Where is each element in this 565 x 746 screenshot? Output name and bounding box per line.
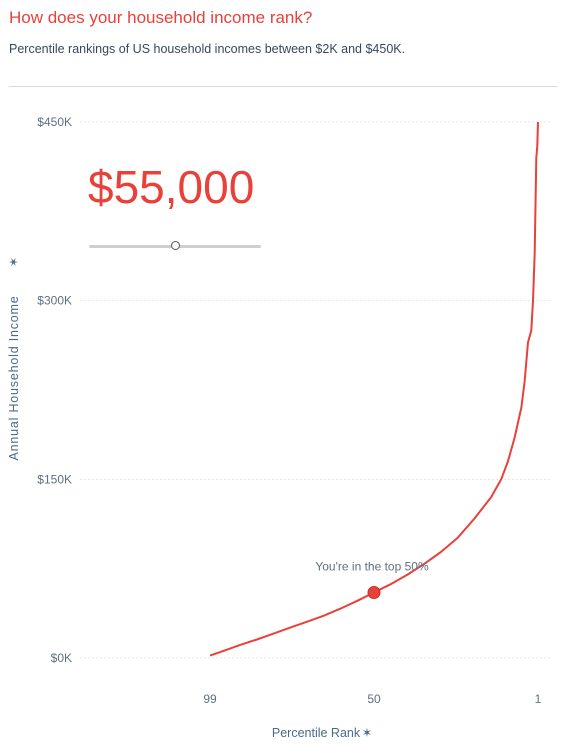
x-tick-label: 50: [367, 692, 381, 706]
y-tick-label: $300K: [37, 294, 72, 308]
income-value-display: $55,000: [88, 161, 255, 213]
sort-icon[interactable]: ✶: [7, 257, 21, 267]
y-tick-label: $150K: [37, 472, 72, 486]
sort-icon[interactable]: ✶: [362, 726, 372, 740]
x-axis-title: Percentile Rank: [272, 726, 361, 740]
x-tick-label: 99: [203, 692, 217, 706]
series-layer: [209, 121, 539, 657]
y-tick-label: $450K: [37, 115, 72, 129]
income-percentile-chart: $0K$150K$300K$450K99 50 1Percentile Rank ✶A…: [7, 115, 552, 740]
x-tick-label: 1: [535, 692, 542, 706]
highlight-annotation: You're in the top 50%: [315, 559, 429, 573]
highlight-point[interactable]: [367, 585, 381, 599]
y-axis-title: Annual Household Income: [7, 295, 21, 460]
y-tick-label: $0K: [51, 651, 72, 665]
annotation-layer: You're in the top 50%: [315, 559, 429, 599]
income-slider-thumb[interactable]: [170, 241, 180, 250]
income-line: [209, 121, 539, 657]
